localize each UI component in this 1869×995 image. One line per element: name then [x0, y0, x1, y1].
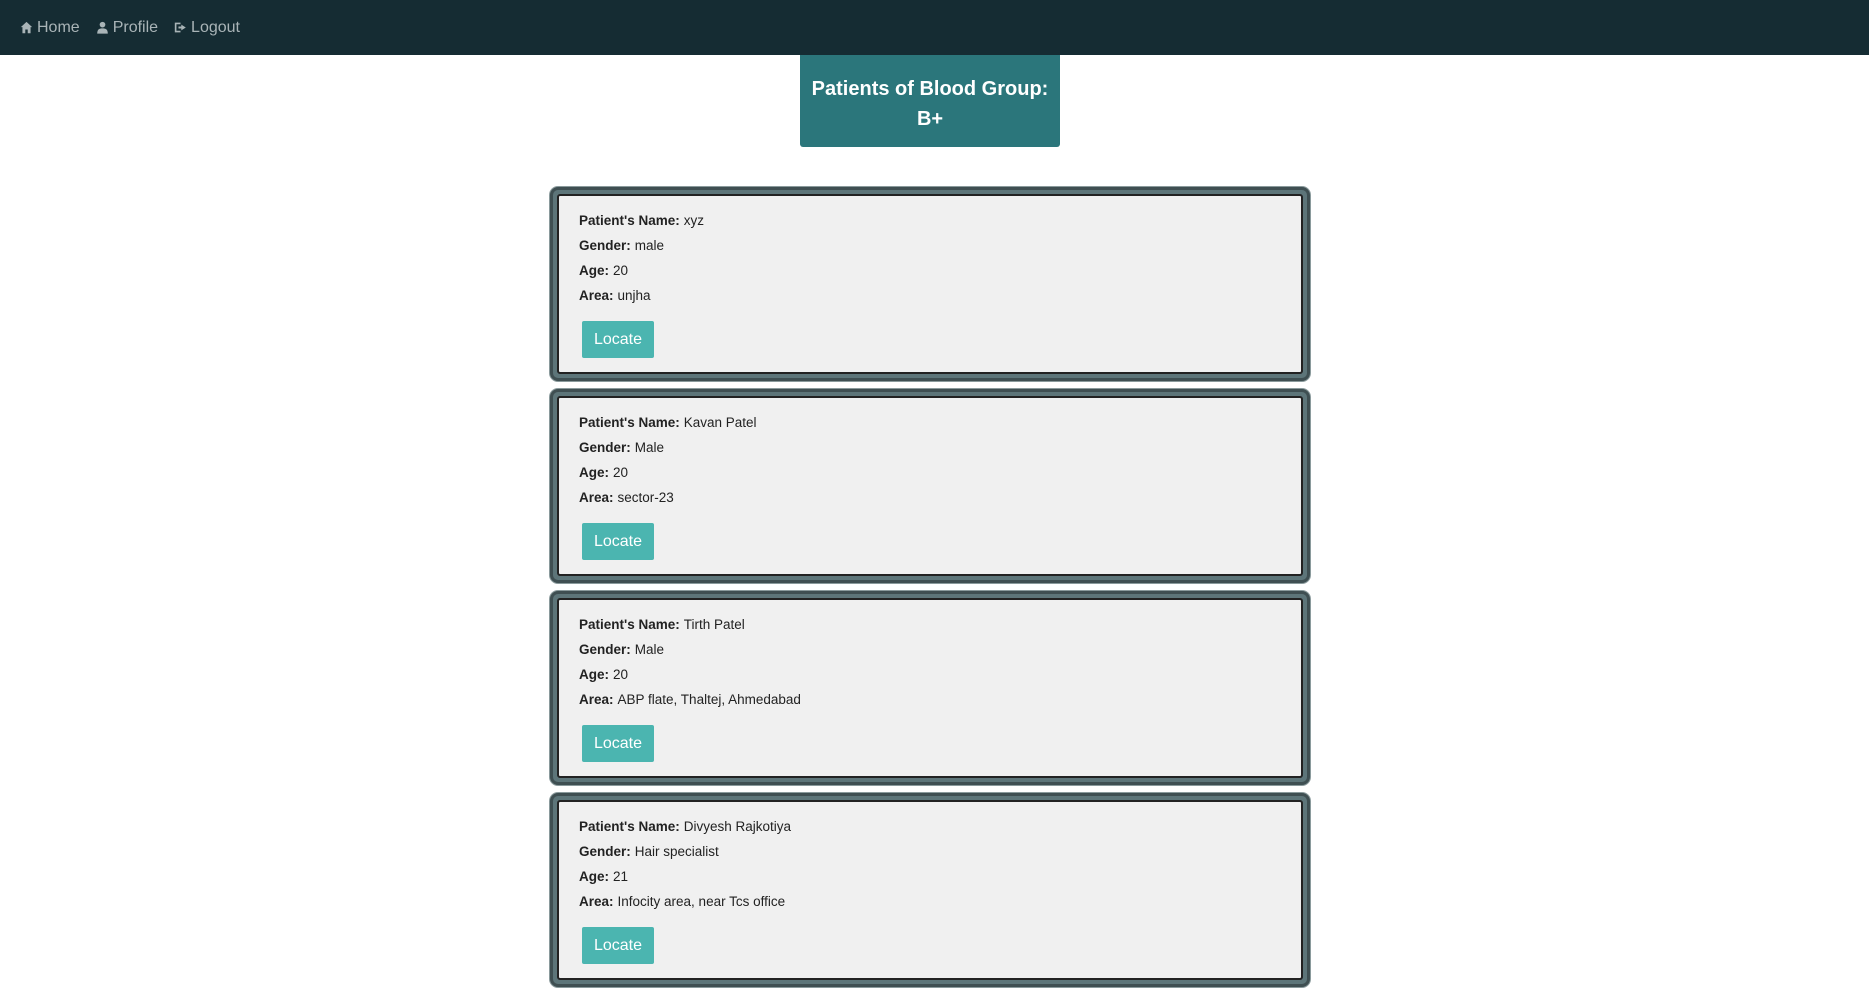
patient-area-value: unjha [617, 288, 651, 303]
patient-name-row: Patient's Name: Tirth Patel [579, 612, 1281, 637]
patient-age-label: Age: [579, 263, 609, 278]
patient-age-label: Age: [579, 869, 609, 884]
top-navbar: Home Profile Logout [0, 0, 1869, 55]
patient-card: Patient's Name: xyz Gender: male Age: 20 Ar… [550, 187, 1310, 381]
patient-name-label: Patient's Name: [579, 415, 680, 430]
patient-age-row: Age: 20 [579, 662, 1281, 687]
patient-gender-label: Gender: [579, 238, 631, 253]
patient-age-row: Age: 20 [579, 258, 1281, 283]
patient-gender-value: Hair specialist [634, 844, 719, 859]
patient-area-row: Area: Infocity area, near Tcs office [579, 889, 1281, 914]
patient-card-body: Patient's Name: Tirth Patel Gender: Male A… [557, 598, 1303, 778]
patient-gender-value: male [634, 238, 665, 253]
nav-profile-label: Profile [112, 18, 159, 36]
patient-card: Patient's Name: Kavan Patel Gender: Male A… [550, 389, 1310, 583]
locate-button[interactable]: Locate [582, 321, 654, 358]
patient-area-value: Infocity area, near Tcs office [617, 894, 786, 909]
patient-list: Patient's Name: xyz Gender: male Age: 20 Ar… [550, 187, 1310, 995]
patient-age-value: 20 [613, 465, 629, 480]
patient-name-value: Divyesh Rajkotiya [683, 819, 792, 834]
sign-out-icon [174, 22, 186, 33]
patient-area-value: sector-23 [617, 490, 674, 505]
home-icon [20, 21, 33, 34]
user-icon [96, 21, 108, 34]
title-line-1: Patients of Blood Group: [811, 78, 1049, 100]
patient-gender-label: Gender: [579, 440, 631, 455]
patient-card: Patient's Name: Tirth Patel Gender: Male A… [550, 591, 1310, 785]
patient-name-row: Patient's Name: xyz [579, 208, 1281, 233]
patient-age-value: 20 [613, 667, 629, 682]
locate-button[interactable]: Locate [582, 725, 654, 762]
patient-card-body: Patient's Name: Divyesh Rajkotiya Gender:… [557, 800, 1303, 980]
patient-name-value: Tirth Patel [683, 617, 745, 632]
patient-card-body: Patient's Name: xyz Gender: male Age: 20 Ar… [557, 194, 1303, 374]
patient-name-row: Patient's Name: Kavan Patel [579, 410, 1281, 435]
patient-name-row: Patient's Name: Divyesh Rajkotiya [579, 814, 1281, 839]
patient-gender-row: Gender: Male [579, 435, 1281, 460]
patient-card-body: Patient's Name: Kavan Patel Gender: Male A… [557, 396, 1303, 576]
patient-area-label: Area: [579, 490, 614, 505]
patient-gender-row: Gender: male [579, 233, 1281, 258]
patient-area-value: ABP flate, Thaltej, Ahmedabad [617, 692, 801, 707]
patient-area-row: Area: unjha [579, 283, 1281, 308]
nav-logout-label: Logout [191, 18, 240, 36]
nav-home-link[interactable]: Home [20, 19, 80, 37]
patient-name-value: xyz [683, 213, 704, 228]
patient-age-label: Age: [579, 465, 609, 480]
patient-gender-label: Gender: [579, 642, 631, 657]
locate-button[interactable]: Locate [582, 523, 654, 560]
patient-name-label: Patient's Name: [579, 819, 680, 834]
patient-name-value: Kavan Patel [683, 415, 757, 430]
nav-profile-link[interactable]: Profile [96, 19, 158, 37]
patient-name-label: Patient's Name: [579, 213, 680, 228]
patient-gender-row: Gender: Male [579, 637, 1281, 662]
blood-group-title: Patients of Blood Group: B+ [800, 55, 1060, 147]
patient-area-label: Area: [579, 692, 614, 707]
nav-home-label: Home [37, 18, 80, 36]
patient-area-row: Area: ABP flate, Thaltej, Ahmedabad [579, 687, 1281, 712]
patient-gender-value: Male [634, 440, 665, 455]
patient-area-row: Area: sector-23 [579, 485, 1281, 510]
locate-button[interactable]: Locate [582, 927, 654, 964]
patient-gender-value: Male [634, 642, 665, 657]
patient-gender-label: Gender: [579, 844, 631, 859]
patient-card: Patient's Name: Divyesh Rajkotiya Gender:… [550, 793, 1310, 987]
patient-gender-row: Gender: Hair specialist [579, 839, 1281, 864]
patient-area-label: Area: [579, 894, 614, 909]
patient-age-value: 21 [613, 869, 629, 884]
nav-logout-link[interactable]: Logout [174, 19, 240, 37]
patient-age-value: 20 [613, 263, 629, 278]
patient-age-row: Age: 21 [579, 864, 1281, 889]
title-blood-group: B+ [916, 108, 944, 130]
patient-age-label: Age: [579, 667, 609, 682]
patient-area-label: Area: [579, 288, 614, 303]
patient-name-label: Patient's Name: [579, 617, 680, 632]
patient-age-row: Age: 20 [579, 460, 1281, 485]
